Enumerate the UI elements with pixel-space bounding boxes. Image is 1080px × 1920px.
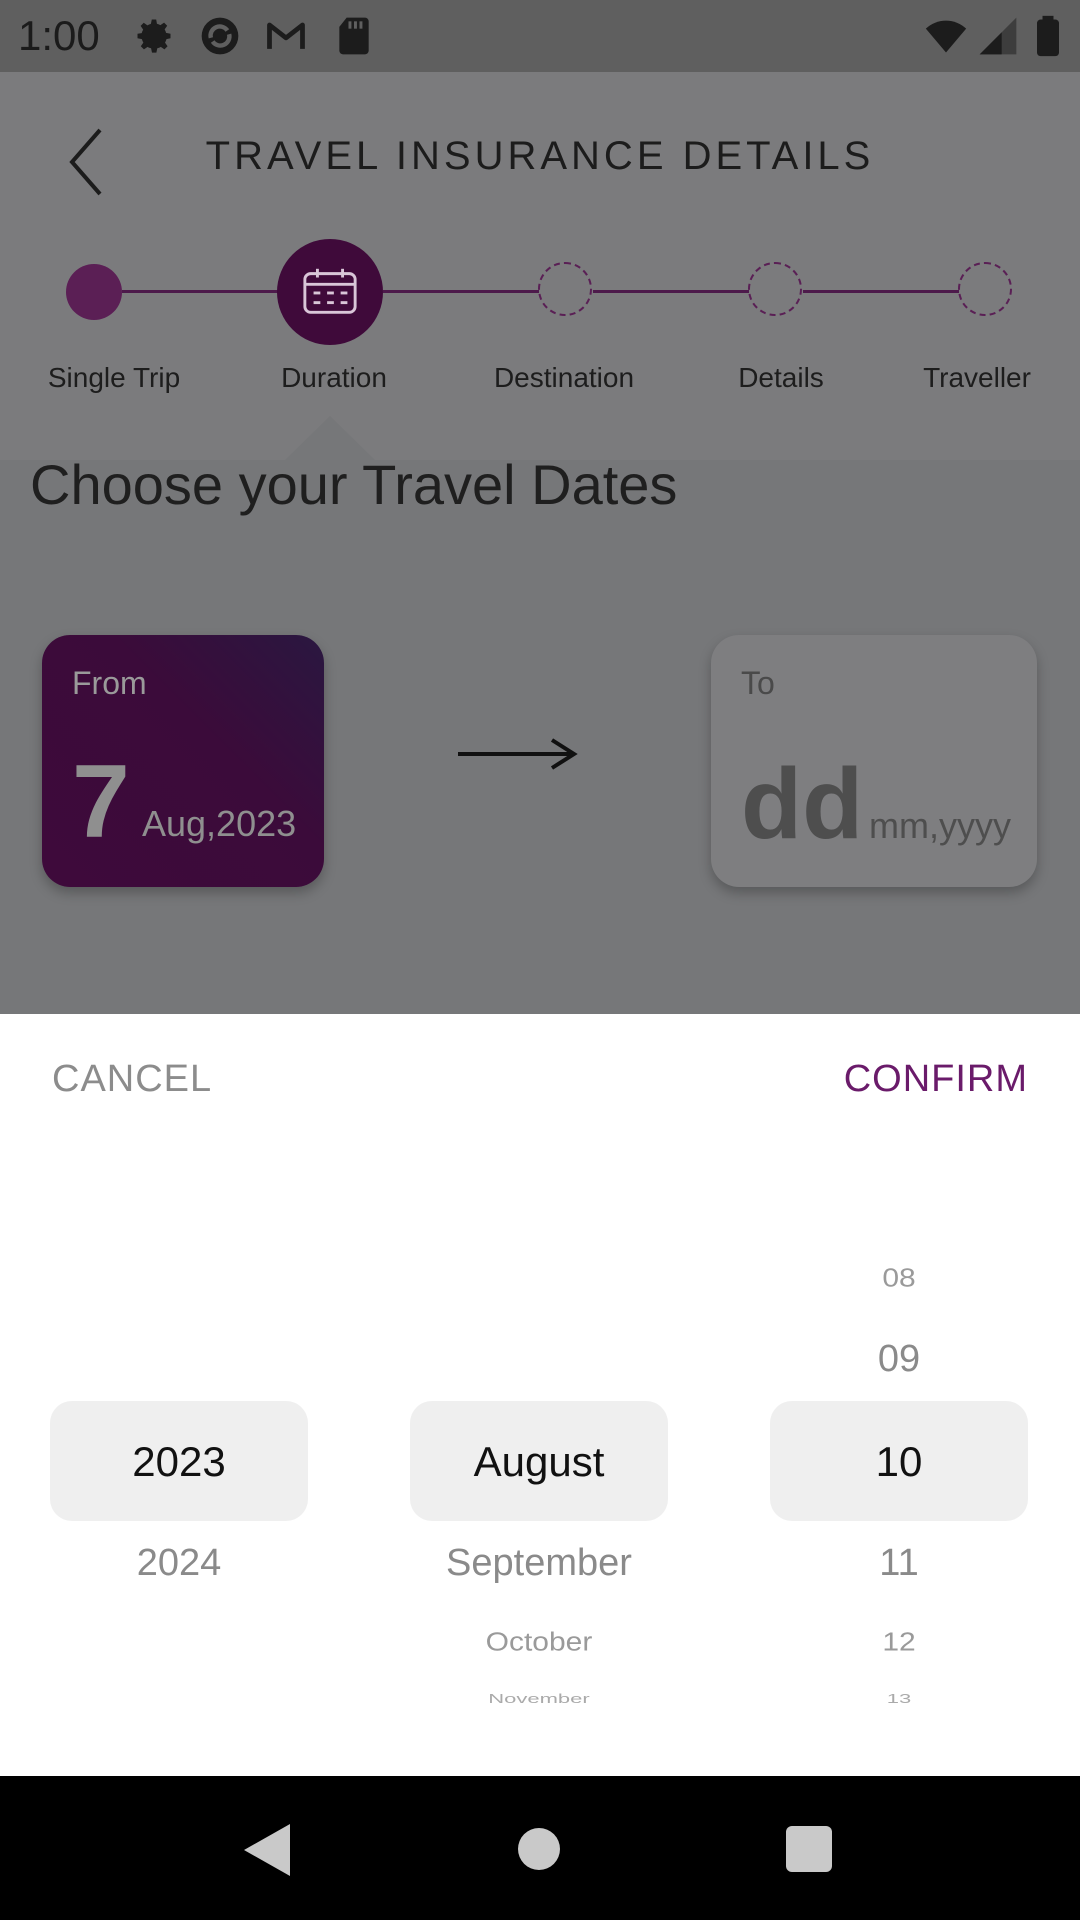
section-title: Choose your Travel Dates [30, 453, 678, 516]
day-selected[interactable]: 10 [770, 1438, 1028, 1486]
header: TRAVEL INSURANCE DETAILS Single Trip Dur… [0, 72, 1080, 460]
to-label: To [741, 665, 775, 701]
year-selected[interactable]: 2023 [50, 1438, 308, 1486]
step-label-single-trip: Single Trip [47, 362, 181, 393]
step-duration-dot[interactable] [277, 239, 383, 345]
page-title: TRAVEL INSURANCE DETAILS [205, 134, 875, 178]
day-wheel[interactable]: 08 09 10 11 12 13 [770, 1014, 1028, 1776]
year-wheel[interactable]: 2023 2024 [50, 1014, 308, 1776]
to-month-year: mm,yyyy [869, 805, 1011, 846]
nav-home-icon[interactable] [518, 1828, 560, 1870]
nav-back-icon[interactable] [242, 1822, 292, 1878]
step-label-duration: Duration [281, 362, 387, 393]
year-option[interactable]: 2024 [50, 1542, 308, 1585]
month-selected[interactable]: August [410, 1438, 668, 1486]
step-label-destination: Destination [493, 362, 635, 393]
stepper-line [383, 290, 539, 293]
sync-icon [198, 14, 242, 58]
from-day: 7 [72, 744, 130, 860]
stepper-line [803, 290, 959, 293]
to-day: dd [741, 748, 864, 860]
from-month-year: Aug,2023 [142, 803, 297, 844]
wifi-icon [924, 14, 968, 58]
stepper-line [593, 290, 749, 293]
step-destination-dot[interactable] [538, 262, 592, 316]
calendar-icon [303, 268, 357, 314]
signal-icon [976, 14, 1020, 58]
step-label-details: Details [738, 362, 824, 393]
day-option[interactable]: 09 [770, 1338, 1028, 1381]
day-option[interactable]: 12 [770, 1629, 1028, 1658]
month-option[interactable]: November [410, 1691, 668, 1707]
month-option[interactable]: September [410, 1542, 668, 1585]
nav-recents-icon[interactable] [786, 1826, 832, 1872]
day-option[interactable]: 08 [770, 1265, 1028, 1294]
sd-card-icon [332, 14, 376, 58]
gear-icon [132, 14, 176, 58]
status-time: 1:00 [18, 12, 100, 59]
day-option[interactable]: 11 [770, 1542, 1028, 1585]
navigation-bar [0, 1776, 1080, 1920]
step-single-trip-dot[interactable] [66, 264, 122, 320]
from-date-card[interactable]: From 7 Aug,2023 [42, 635, 324, 887]
to-date-card[interactable]: To dd mm,yyyy [711, 635, 1037, 887]
date-picker-sheet: CANCEL CONFIRM 2023 2024 August Septembe… [0, 1014, 1080, 1776]
month-option[interactable]: October [410, 1629, 668, 1658]
month-wheel[interactable]: August September October November [410, 1014, 668, 1776]
step-details-dot[interactable] [748, 262, 802, 316]
gmail-icon [264, 14, 308, 58]
day-option[interactable]: 13 [770, 1691, 1028, 1707]
stepper-line [122, 290, 282, 293]
arrow-right-icon [458, 738, 578, 770]
status-bar: 1:00 [0, 0, 1080, 72]
from-label: From [72, 665, 147, 701]
step-traveller-dot[interactable] [958, 262, 1012, 316]
app-background: TRAVEL INSURANCE DETAILS Single Trip Dur… [0, 72, 1080, 1014]
step-label-traveller: Traveller [923, 362, 1031, 393]
battery-icon [1026, 14, 1070, 58]
